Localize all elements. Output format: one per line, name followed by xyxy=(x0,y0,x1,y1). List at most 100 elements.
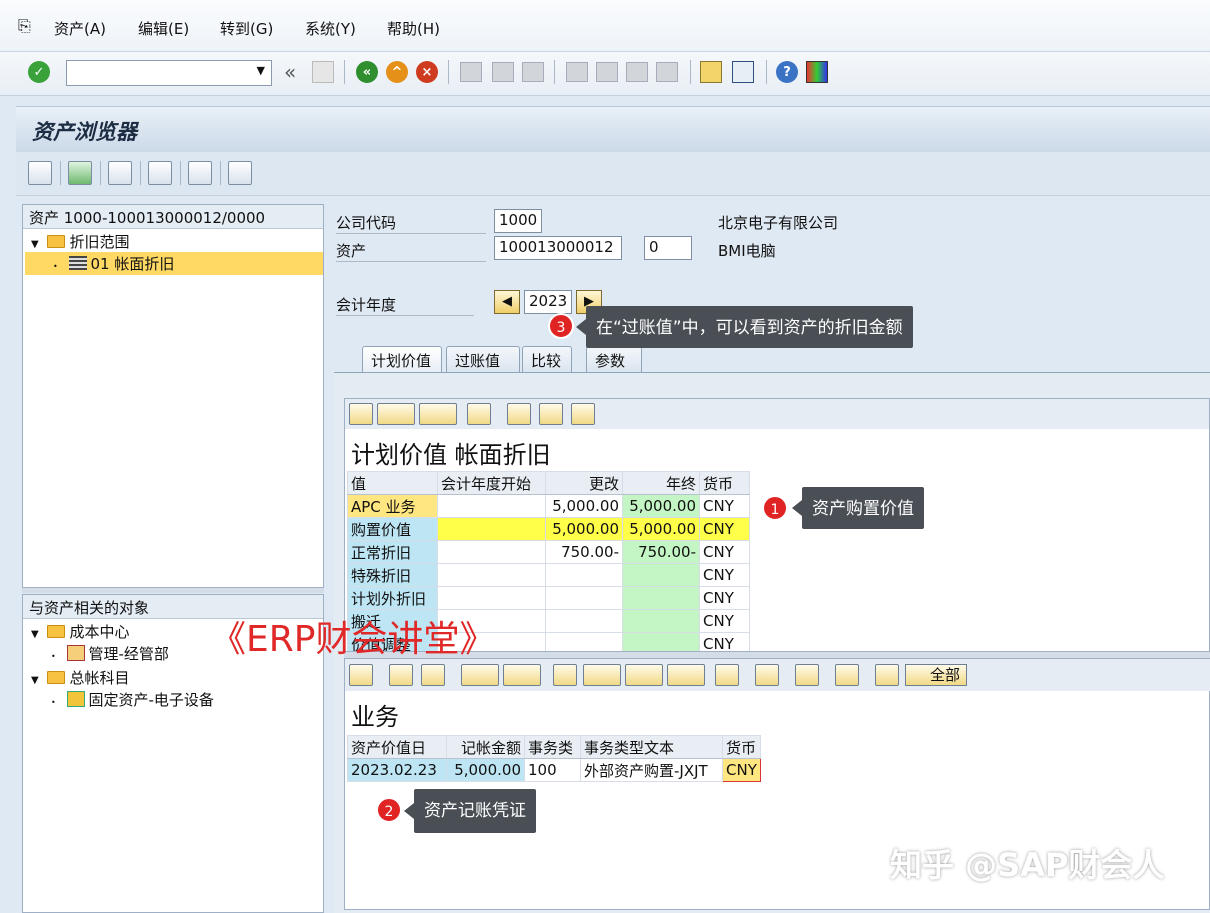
display-options-icon[interactable] xyxy=(583,664,621,686)
print-preview-icon[interactable] xyxy=(349,403,373,425)
sum-icon[interactable] xyxy=(461,664,499,686)
menu-edit[interactable]: 编辑(E) xyxy=(138,18,189,39)
find-next-icon[interactable] xyxy=(522,62,544,82)
menu-help[interactable]: 帮助(H) xyxy=(387,18,440,39)
tree-node-gl-account[interactable]: ▼ 总帐科目 xyxy=(23,665,323,688)
display-options-icon[interactable] xyxy=(377,403,415,425)
print-icon[interactable] xyxy=(460,62,482,82)
expand-arrow-icon[interactable]: ▼ xyxy=(31,629,39,640)
info-icon[interactable] xyxy=(755,664,779,686)
tab-comparison[interactable]: 比较 xyxy=(522,346,572,372)
table-row[interactable]: APC 业务 5,000.00 5,000.00 CNY xyxy=(347,494,750,518)
column-header[interactable]: 事务类 xyxy=(524,735,581,759)
dropdown-arrow-icon[interactable]: ▼ xyxy=(257,64,265,77)
shortcut-icon[interactable] xyxy=(732,61,754,83)
exit-menu-icon[interactable]: ⎘ xyxy=(18,16,31,36)
sort-ascending-icon[interactable] xyxy=(389,664,413,686)
previous-page-icon[interactable] xyxy=(596,62,618,82)
export-icon[interactable] xyxy=(419,403,457,425)
create-session-icon[interactable] xyxy=(700,61,722,83)
tree-node-book-depr[interactable]: • 01 帐面折旧 xyxy=(25,252,323,275)
toolbar-separator xyxy=(766,60,767,84)
subtotal-icon[interactable] xyxy=(503,664,541,686)
export-icon[interactable] xyxy=(625,664,663,686)
link-icon[interactable] xyxy=(507,403,531,425)
cell xyxy=(437,540,546,564)
values-icon[interactable] xyxy=(108,161,132,185)
info-icon[interactable] xyxy=(467,403,491,425)
last-page-icon[interactable] xyxy=(656,62,678,82)
details-icon[interactable] xyxy=(349,664,373,686)
folder-icon xyxy=(47,671,66,684)
column-header[interactable]: 会计年度开始 xyxy=(437,471,546,495)
tree-node-depr-area[interactable]: ▼ 折旧范围 xyxy=(23,229,323,252)
find-icon[interactable] xyxy=(492,62,514,82)
cell: 100 xyxy=(524,758,581,782)
back-icon[interactable]: « xyxy=(356,61,378,83)
annotation-badge-1: 1 xyxy=(762,495,788,521)
expand-arrow-icon[interactable]: ▼ xyxy=(31,239,39,250)
fiscal-year-field[interactable]: 2023 xyxy=(524,290,572,314)
list-icon[interactable] xyxy=(228,161,252,185)
hat-icon[interactable] xyxy=(835,664,859,686)
calculator-icon[interactable] xyxy=(539,403,563,425)
enter-check-icon[interactable]: ✓ xyxy=(28,61,50,83)
pane-resizer[interactable] xyxy=(22,588,324,593)
company-code-label: 公司代码 xyxy=(336,212,486,234)
tab-posted-values[interactable]: 过账值 xyxy=(446,346,520,372)
value-type-cell: APC 业务 xyxy=(347,494,438,518)
layout-icon[interactable] xyxy=(667,664,705,686)
table-row[interactable]: 特殊折旧 CNY xyxy=(347,563,750,587)
column-header[interactable]: 货币 xyxy=(722,735,761,759)
asset-number-field[interactable]: 100013000012 xyxy=(494,236,622,260)
column-header[interactable]: 值 xyxy=(347,471,438,495)
help-icon[interactable]: ? xyxy=(776,61,798,83)
menu-system[interactable]: 系统(Y) xyxy=(305,18,356,39)
toolbar-separator xyxy=(448,60,449,84)
exit-icon[interactable]: ^ xyxy=(386,61,408,83)
column-header[interactable]: 记帐金额 xyxy=(446,735,525,759)
cell xyxy=(437,563,546,587)
previous-year-button[interactable]: ◀ xyxy=(494,290,520,314)
cell xyxy=(437,586,546,610)
column-header[interactable]: 资产价值日 xyxy=(347,735,447,759)
column-header[interactable]: 更改 xyxy=(545,471,623,495)
command-field[interactable]: ▼ xyxy=(66,60,272,86)
document-icon[interactable] xyxy=(795,664,819,686)
table-row[interactable]: 2023.02.23 5,000.00 100 外部资产购置-JXJT CNY xyxy=(347,758,761,782)
next-page-icon[interactable] xyxy=(626,62,648,82)
clock-icon[interactable] xyxy=(571,403,595,425)
tree-node-gl-item[interactable]: • 固定资产-电子设备 xyxy=(23,688,323,711)
chart-icon[interactable] xyxy=(715,664,739,686)
tree-node-label: 管理-经管部 xyxy=(88,645,169,663)
save-icon[interactable] xyxy=(312,61,334,83)
print-icon[interactable] xyxy=(553,664,577,686)
column-header[interactable]: 年终 xyxy=(622,471,700,495)
sort-descending-icon[interactable] xyxy=(421,664,445,686)
comparison-icon[interactable] xyxy=(188,161,212,185)
refresh-icon[interactable] xyxy=(28,161,52,185)
column-header[interactable]: 货币 xyxy=(699,471,750,495)
cell: CNY xyxy=(699,540,750,564)
menu-goto[interactable]: 转到(G) xyxy=(220,18,273,39)
expand-arrow-icon[interactable]: ▼ xyxy=(31,675,39,686)
annotation-badge-3: 3 xyxy=(548,313,574,339)
asset-subnumber-field[interactable]: 0 xyxy=(644,236,692,260)
table-row[interactable]: 正常折旧 750.00- 750.00- CNY xyxy=(347,540,750,564)
back-chevron-icon[interactable]: « xyxy=(284,60,296,84)
cancel-icon[interactable]: × xyxy=(416,61,438,83)
company-code-field[interactable]: 1000 xyxy=(494,209,542,233)
column-header[interactable]: 事务类型文本 xyxy=(580,735,723,759)
first-page-icon[interactable] xyxy=(566,62,588,82)
table-row[interactable]: 计划外折旧 CNY xyxy=(347,586,750,610)
simulation-icon[interactable] xyxy=(148,161,172,185)
tab-parameters[interactable]: 参数 xyxy=(586,346,642,372)
expand-icon[interactable] xyxy=(875,664,899,686)
save-layout-icon[interactable] xyxy=(68,161,92,185)
cell: CNY xyxy=(722,758,761,782)
all-button[interactable]: 全部 xyxy=(905,664,967,686)
menu-asset[interactable]: 资产(A) xyxy=(54,18,106,39)
layout-menu-icon[interactable] xyxy=(806,61,828,83)
tab-planned-values[interactable]: 计划价值 xyxy=(362,346,442,372)
table-row[interactable]: 购置价值 5,000.00 5,000.00 CNY xyxy=(347,517,750,541)
